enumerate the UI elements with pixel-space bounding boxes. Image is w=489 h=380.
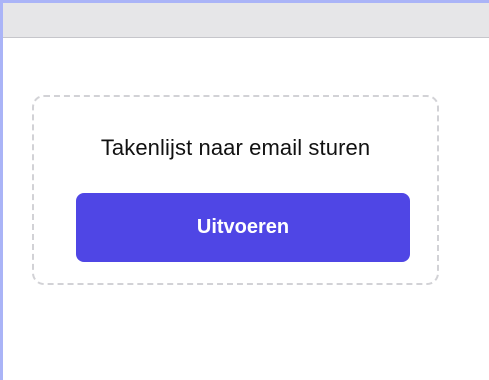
card-title: Takenlijst naar email sturen [100, 135, 371, 160]
main-content: Takenlijst naar email sturen Uitvoeren [3, 38, 489, 380]
action-card: Takenlijst naar email sturen Uitvoeren [32, 95, 439, 285]
window-titlebar[interactable] [3, 3, 489, 38]
run-button[interactable]: Uitvoeren [76, 193, 410, 262]
app-window: Takenlijst naar email sturen Uitvoeren [0, 0, 489, 380]
